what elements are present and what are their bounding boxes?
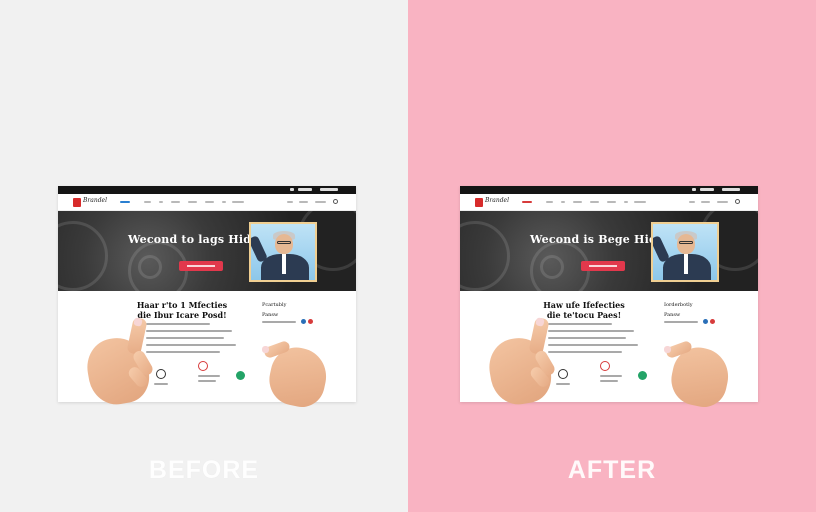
social-icon[interactable] bbox=[301, 319, 306, 324]
left-hand-icon bbox=[82, 316, 162, 409]
nav-link-home[interactable] bbox=[120, 201, 130, 203]
gear-icon bbox=[540, 255, 564, 279]
logo-text: Brandel bbox=[83, 197, 108, 204]
hero-title: Wecond is Bege Hides bbox=[530, 233, 671, 246]
nav-link[interactable] bbox=[590, 201, 599, 203]
gear-icon bbox=[460, 221, 510, 291]
right-hand-icon bbox=[258, 338, 332, 412]
right-hand-icon bbox=[660, 338, 734, 412]
nav-link[interactable] bbox=[159, 201, 163, 203]
before-label: BEFORE bbox=[148, 456, 260, 484]
hero-title: Wecond to lags Hides bbox=[128, 233, 265, 246]
nav-link[interactable] bbox=[546, 201, 553, 203]
social-icon[interactable] bbox=[710, 319, 715, 324]
top-utility-bar bbox=[460, 186, 758, 194]
nav-link[interactable] bbox=[701, 201, 710, 203]
gear-icon bbox=[58, 221, 108, 291]
nav-link[interactable] bbox=[689, 201, 695, 203]
hero-banner: Wecond is Bege Hides bbox=[460, 211, 758, 291]
sidebar-heading: Pcartubly bbox=[262, 302, 287, 308]
social-icon[interactable] bbox=[703, 319, 708, 324]
nav-link[interactable] bbox=[607, 201, 616, 203]
nav-link[interactable] bbox=[561, 201, 565, 203]
nav-bar: Brandel bbox=[58, 194, 356, 211]
nav-bar: Brandel bbox=[460, 194, 758, 211]
feature-icon bbox=[236, 371, 245, 380]
nav-link[interactable] bbox=[287, 201, 293, 203]
nav-link[interactable] bbox=[624, 201, 628, 203]
hero-cta-button[interactable] bbox=[179, 261, 223, 271]
nav-link[interactable] bbox=[315, 201, 326, 203]
nav-link[interactable] bbox=[144, 201, 151, 203]
nav-link[interactable] bbox=[573, 201, 582, 203]
nav-link[interactable] bbox=[232, 201, 244, 203]
hero-photo bbox=[651, 222, 719, 282]
nav-link[interactable] bbox=[171, 201, 180, 203]
feature-icon bbox=[600, 361, 610, 371]
after-panel: Brandel Wecond is Bege Hides Haw ufe Ife… bbox=[408, 0, 816, 512]
sidebar-label: Pansw bbox=[262, 312, 279, 318]
search-icon[interactable] bbox=[333, 199, 338, 204]
sidebar-heading: Iorderbotly bbox=[664, 302, 693, 308]
feature-icon bbox=[198, 361, 208, 371]
nav-link[interactable] bbox=[188, 201, 197, 203]
hero-banner: Wecond to lags Hides bbox=[58, 211, 356, 291]
gear-icon bbox=[138, 255, 162, 279]
logo-icon bbox=[475, 198, 483, 207]
nav-link[interactable] bbox=[634, 201, 646, 203]
search-icon[interactable] bbox=[735, 199, 740, 204]
feature-icon bbox=[638, 371, 647, 380]
logo-icon bbox=[73, 198, 81, 207]
top-utility-bar bbox=[58, 186, 356, 194]
nav-link[interactable] bbox=[205, 201, 214, 203]
after-label: AFTER bbox=[567, 456, 657, 484]
hero-cta-button[interactable] bbox=[581, 261, 625, 271]
before-panel: Brandel Wecond to lags Hides Haar r'to 1… bbox=[0, 0, 408, 512]
nav-link[interactable] bbox=[717, 201, 728, 203]
social-icon[interactable] bbox=[308, 319, 313, 324]
nav-link[interactable] bbox=[299, 201, 308, 203]
logo-text: Brandel bbox=[485, 197, 510, 204]
hero-photo bbox=[249, 222, 317, 282]
nav-link[interactable] bbox=[222, 201, 226, 203]
nav-link-home[interactable] bbox=[522, 201, 532, 203]
left-hand-icon bbox=[484, 316, 564, 409]
sidebar-label: Pansw bbox=[664, 312, 681, 318]
